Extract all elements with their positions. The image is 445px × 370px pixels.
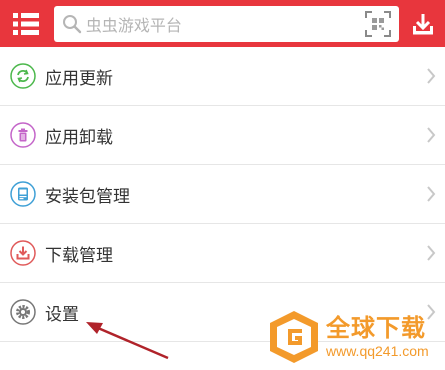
menu-item-app-uninstall[interactable]: 应用卸载 (0, 106, 445, 165)
watermark: 全球下载 www.qq241.com (266, 308, 441, 366)
search-icon (60, 12, 84, 36)
menu-icon (12, 12, 39, 35)
search-bar[interactable]: 虫虫游戏平台 (53, 5, 400, 42)
chevron-right-icon (423, 183, 439, 205)
chevron-right-icon (423, 65, 439, 87)
download-icon (10, 240, 36, 266)
watermark-logo (270, 311, 318, 363)
watermark-url: www.qq241.com (326, 343, 429, 359)
menu-button[interactable] (0, 0, 52, 47)
qr-scan-button[interactable] (363, 9, 393, 39)
menu-item-package-manager[interactable]: 安装包管理 (0, 165, 445, 224)
package-icon (10, 181, 36, 207)
gear-icon (10, 299, 36, 325)
search-input[interactable]: 虫虫游戏平台 (86, 12, 363, 36)
menu-item-download-manager[interactable]: 下载管理 (0, 224, 445, 283)
menu-item-label: 应用卸载 (45, 127, 113, 147)
menu-item-app-update[interactable]: 应用更新 (0, 47, 445, 106)
chevron-right-icon (423, 124, 439, 146)
watermark-title: 全球下载 (326, 315, 426, 342)
download-icon (412, 13, 433, 34)
menu-item-label: 下载管理 (45, 245, 113, 265)
trash-icon (10, 122, 36, 148)
menu-item-label: 安装包管理 (45, 186, 130, 206)
chevron-right-icon (423, 242, 439, 264)
refresh-icon (10, 63, 36, 89)
download-button[interactable] (400, 0, 445, 47)
top-bar: 虫虫游戏平台 (0, 0, 445, 47)
qr-scan-icon (365, 10, 392, 37)
menu-item-label: 应用更新 (45, 68, 113, 88)
menu-list: 应用更新 应用卸载 安装包管理 下载管理 设置 (0, 47, 445, 342)
